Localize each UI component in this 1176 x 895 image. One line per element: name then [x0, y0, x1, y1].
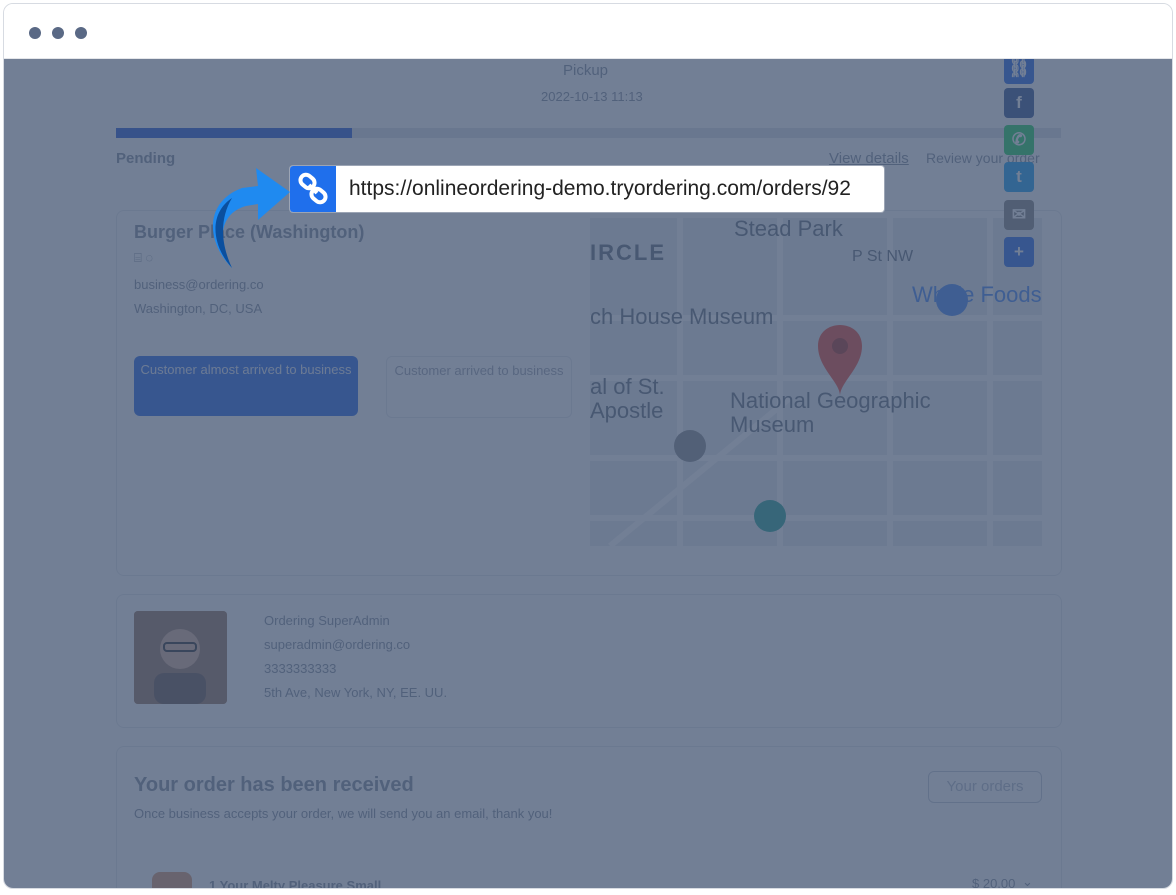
customer-arrived-button[interactable]: Customer arrived to business	[386, 356, 572, 418]
avatar-image	[134, 611, 227, 704]
map-label: ch House Museum	[590, 304, 774, 329]
more-plus-icon[interactable]: +	[1004, 237, 1034, 267]
window-control-dot[interactable]	[52, 27, 64, 39]
order-status: Pending	[116, 150, 176, 167]
your-orders-label: Your orders	[946, 778, 1024, 795]
map-label: al of St.	[590, 374, 665, 399]
your-orders-button[interactable]: Your orders	[928, 771, 1042, 803]
map-label: Museum	[730, 412, 815, 437]
map-label: IRCLE	[590, 240, 666, 265]
map-label: Apostle	[590, 398, 664, 423]
twitter-icon[interactable]: t	[1004, 162, 1034, 192]
chevron-down-icon[interactable]: ⌄	[1022, 874, 1033, 888]
business-address: Washington, DC, USA	[134, 301, 263, 316]
business-email: business@ordering.co	[134, 277, 264, 292]
map-label: National Geographic	[730, 388, 931, 413]
product-thumbnail	[152, 872, 192, 888]
customer-almost-arrived-label: Customer almost arrived to business	[140, 362, 352, 377]
browser-window: Pickup 2022-10-13 11:13 Pending View det…	[3, 3, 1173, 889]
customer-almost-arrived-button[interactable]: Customer almost arrived to business	[134, 356, 358, 416]
map-label: P St NW	[852, 248, 914, 265]
order-item-price: $ 20.00	[972, 876, 1016, 889]
review-order-link[interactable]: Review your order	[926, 150, 1058, 166]
order-type: Pickup	[563, 62, 609, 79]
view-details-link[interactable]: View details	[829, 150, 909, 167]
whatsapp-icon[interactable]: ✆	[1004, 125, 1034, 155]
map-label: Whole Foods	[912, 282, 1042, 307]
window-titlebar	[4, 4, 1172, 59]
received-title: Your order has been received	[134, 774, 414, 796]
share-link-popup[interactable]: https://onlineordering-demo.tryordering.…	[290, 166, 884, 212]
customer-address: 5th Ave, New York, NY, EE. UU.	[264, 685, 448, 700]
link-icon	[290, 166, 336, 212]
received-subtitle: Once business accepts your order, we wil…	[134, 806, 553, 821]
order-progress-fill	[116, 128, 353, 138]
customer-avatar	[134, 611, 227, 704]
customer-arrived-label: Customer arrived to business	[394, 363, 564, 378]
chat-icon[interactable]: ⌸ ◌	[134, 250, 153, 266]
email-icon[interactable]: ✉	[1004, 200, 1034, 230]
order-progress-bar	[116, 128, 1061, 138]
customer-email: superadmin@ordering.co	[264, 637, 411, 652]
window-control-dot[interactable]	[29, 27, 41, 39]
customer-name: Ordering SuperAdmin	[264, 613, 390, 628]
order-item-name: 1 Your Melty Pleasure Small	[209, 878, 382, 889]
map-label: Stead Park	[734, 218, 843, 241]
share-url-text[interactable]: https://onlineordering-demo.tryordering.…	[349, 166, 869, 212]
order-datetime: 2022-10-13 11:13	[541, 89, 643, 104]
customer-card	[116, 594, 1062, 728]
curved-arrow-icon	[212, 168, 290, 268]
map-pin-icon	[818, 325, 862, 396]
customer-phone: 3333333333	[264, 661, 337, 676]
facebook-icon[interactable]: f	[1004, 88, 1034, 118]
business-map[interactable]: Stead Park P St NW IRCLE Whole Foods ch …	[590, 218, 1042, 546]
window-control-dot[interactable]	[75, 27, 87, 39]
